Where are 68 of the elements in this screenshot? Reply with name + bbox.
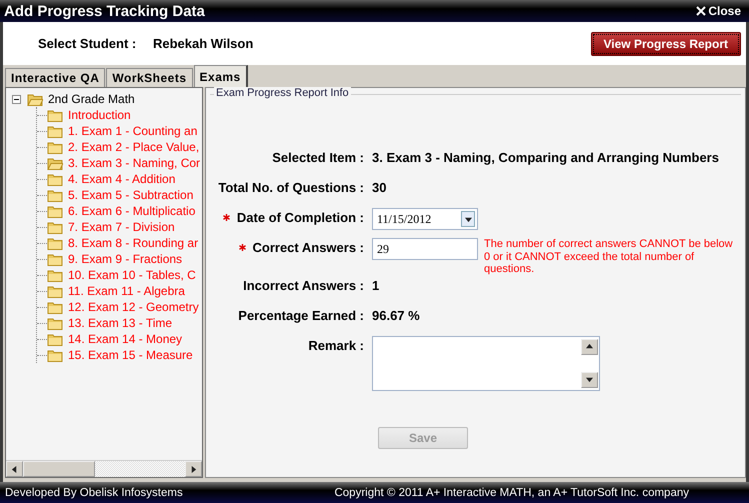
tree-item[interactable]: 7. Exam 7 - Division bbox=[68, 220, 175, 234]
tree-item[interactable]: 6. Exam 6 - Multiplicatio bbox=[68, 204, 196, 218]
open-folder-icon bbox=[27, 92, 43, 106]
folder-icon bbox=[47, 220, 63, 234]
close-button[interactable]: Close bbox=[696, 4, 741, 18]
field-label: Incorrect Answers : bbox=[243, 278, 364, 293]
left-arrow-icon bbox=[11, 466, 18, 472]
field-label: Selected Item : bbox=[272, 150, 364, 165]
input-field[interactable]: 29 bbox=[372, 238, 478, 260]
field-value: 1 bbox=[372, 276, 380, 293]
tree-item[interactable]: 10. Exam 10 - Tables, C bbox=[68, 268, 196, 282]
field-value: 30 bbox=[372, 179, 388, 195]
field-label: Date of Completion : bbox=[236, 210, 364, 225]
folder-icon bbox=[47, 140, 63, 154]
folder-icon bbox=[47, 348, 63, 362]
tree-item[interactable]: 1. Exam 1 - Counting an bbox=[68, 124, 198, 138]
tree-item[interactable]: 12. Exam 12 - Geometry bbox=[68, 300, 199, 314]
close-icon bbox=[696, 6, 706, 16]
folder-icon bbox=[47, 332, 63, 346]
field-label: Correct Answers : bbox=[252, 240, 364, 255]
student-label: Select Student : bbox=[38, 36, 138, 51]
developer-credit: Developed By Obelisk Infosystems bbox=[5, 486, 183, 498]
tree-item[interactable]: 14. Exam 14 - Money bbox=[68, 332, 182, 346]
field-label: Percentage Earned : bbox=[238, 308, 364, 323]
tree-item[interactable]: 4. Exam 4 - Addition bbox=[68, 172, 176, 186]
tree-item[interactable]: 11. Exam 11 - Algebra bbox=[68, 284, 185, 298]
tree-item[interactable]: 5. Exam 5 - Subtraction bbox=[68, 188, 194, 202]
folder-icon bbox=[47, 316, 63, 330]
window-title: Add Progress Tracking Data bbox=[4, 2, 205, 20]
tree-item[interactable]: 13. Exam 13 - Time bbox=[68, 316, 172, 330]
tree-item[interactable]: 2nd Grade Math bbox=[48, 92, 135, 106]
tab[interactable]: Exams bbox=[194, 65, 248, 87]
folder-icon bbox=[47, 172, 63, 186]
folder-icon bbox=[47, 124, 63, 138]
view-report-button[interactable]: View Progress Report bbox=[590, 32, 741, 56]
copyright-text: Copyright © 2011 A+ Interactive MATH, an A+ TutorSoft Inc. company bbox=[334, 486, 689, 498]
up-arrow-icon bbox=[586, 343, 593, 350]
tree-item[interactable]: 8. Exam 8 - Rounding ar bbox=[68, 236, 198, 250]
student-name: Rebekah Wilson bbox=[153, 36, 254, 51]
folder-icon bbox=[47, 252, 63, 266]
date-picker[interactable]: 11/15/2012 bbox=[372, 208, 478, 230]
field-value: 96.67 % bbox=[372, 306, 421, 323]
group-legend: Exam Progress Report Info bbox=[214, 87, 351, 99]
tab[interactable]: WorkSheets bbox=[106, 68, 193, 87]
folder-icon bbox=[47, 204, 63, 218]
folder-icon bbox=[47, 284, 63, 298]
tree-item[interactable]: 15. Exam 15 - Measure bbox=[68, 348, 193, 362]
dropdown-icon bbox=[464, 216, 472, 222]
tree-item[interactable]: 3. Exam 3 - Naming, Cor bbox=[68, 156, 200, 170]
down-arrow-icon bbox=[586, 376, 593, 384]
field-label: Remark : bbox=[308, 338, 364, 353]
folder-icon bbox=[47, 236, 63, 250]
collapse-icon[interactable] bbox=[12, 94, 21, 104]
tab[interactable]: Interactive QA bbox=[5, 68, 106, 87]
field-value: 3. Exam 3 - Naming, Comparing and Arranging Numbers bbox=[372, 149, 720, 165]
open-folder-icon bbox=[47, 156, 63, 170]
remark-field[interactable] bbox=[372, 336, 600, 391]
tree-item[interactable]: Introduction bbox=[68, 108, 131, 122]
folder-icon bbox=[47, 268, 63, 282]
error-message: The number of correct answers CANNOT be below 0 or it CANNOT exceed the total number of questions. bbox=[484, 238, 734, 276]
horizontal-scrollbar[interactable] bbox=[6, 460, 202, 477]
tree-item[interactable]: 9. Exam 9 - Fractions bbox=[68, 252, 182, 266]
right-arrow-icon bbox=[190, 466, 197, 472]
folder-icon bbox=[47, 108, 63, 122]
field-label: Total No. of Questions : bbox=[218, 180, 364, 195]
folder-icon bbox=[47, 188, 63, 202]
tree-item[interactable]: 2. Exam 2 - Place Value, bbox=[68, 140, 200, 154]
folder-icon bbox=[47, 300, 63, 314]
